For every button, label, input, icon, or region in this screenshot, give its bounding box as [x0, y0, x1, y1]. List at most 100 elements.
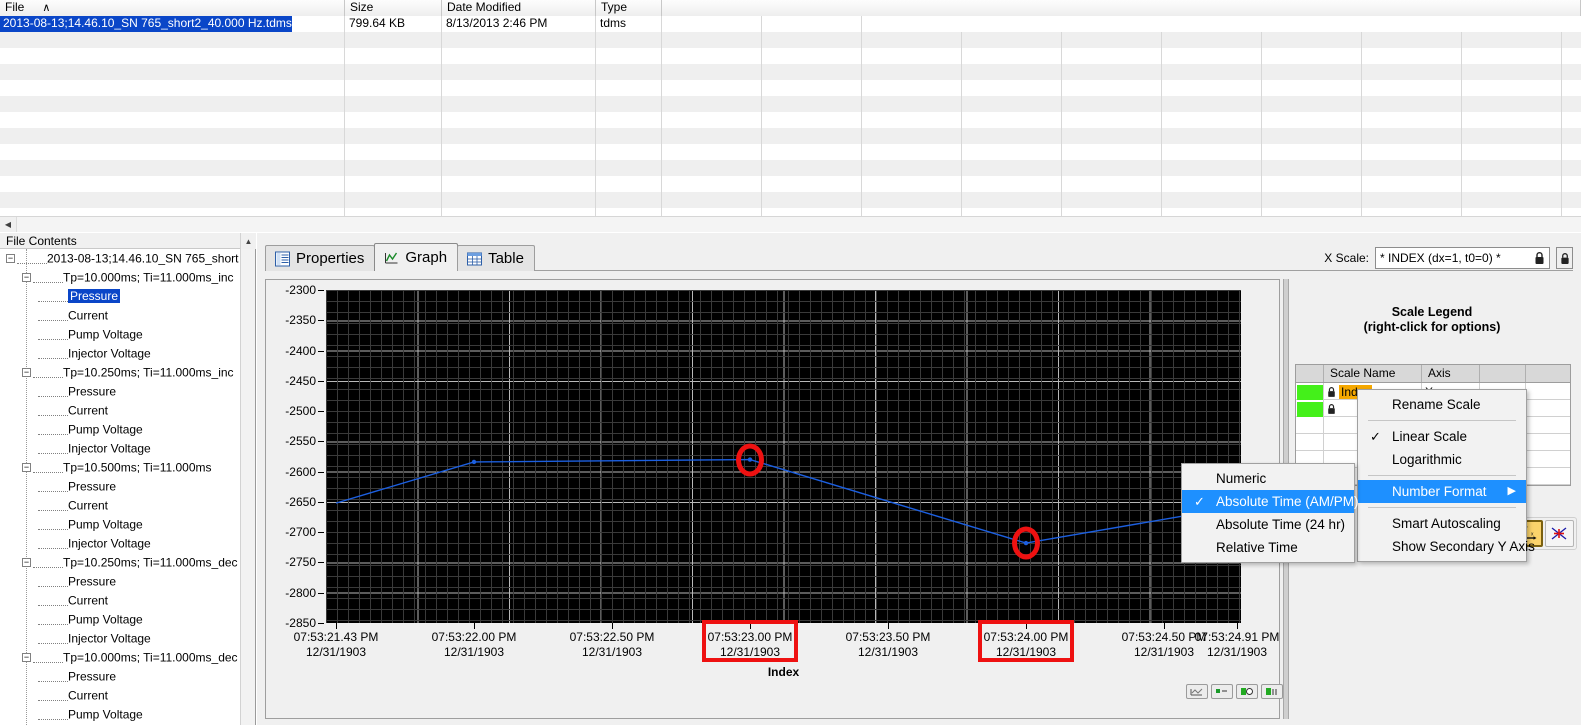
empty-cell — [862, 32, 962, 48]
file-list-horizontal-scrollbar[interactable]: ◀ — [0, 216, 1581, 232]
table-row-empty[interactable] — [0, 128, 1581, 144]
scale-legend-button[interactable] — [1261, 684, 1283, 699]
x-axis-tick-mark — [336, 623, 337, 629]
menu-item[interactable]: ✓ Absolute Time (AM/PM) — [1182, 490, 1359, 513]
autoscale-button[interactable] — [1186, 684, 1208, 699]
tree-node[interactable]: Pump Voltage — [0, 610, 241, 629]
tree-node[interactable]: Injector Voltage — [0, 629, 241, 648]
menu-item[interactable]: Number Format ▶ — [1358, 480, 1526, 503]
menu-item[interactable]: ✓ Linear Scale — [1358, 425, 1526, 448]
tab-graph[interactable]: Graph — [374, 243, 459, 271]
tree-node[interactable]: Pressure — [0, 572, 241, 591]
empty-cell — [0, 64, 345, 80]
tree-node[interactable]: Pressure — [0, 667, 241, 686]
tree-node[interactable]: Pressure — [0, 287, 241, 306]
column-header-file[interactable]: File ∧ — [0, 0, 345, 16]
empty-cell — [345, 208, 442, 216]
x-scale-lock-button[interactable] — [1556, 247, 1573, 269]
tree-collapse-icon[interactable]: − — [22, 273, 31, 283]
column-header-date[interactable]: Date Modified — [442, 0, 596, 16]
legend-color-cell[interactable] — [1296, 400, 1324, 417]
tree-collapse-icon[interactable]: − — [6, 254, 15, 264]
menu-item[interactable]: Relative Time — [1182, 536, 1354, 559]
table-row-empty[interactable] — [0, 64, 1581, 80]
scrollbar-track[interactable] — [17, 216, 1581, 232]
menu-item[interactable]: Rename Scale — [1358, 393, 1526, 416]
y-axis-tick-mark — [318, 562, 324, 564]
color-swatch[interactable] — [1297, 401, 1323, 417]
x-scale-input[interactable]: * INDEX (dx=1, t0=0) * — [1375, 247, 1550, 269]
menu-item[interactable]: Show Secondary Y Axis — [1358, 535, 1535, 558]
tab-table[interactable]: Table — [457, 245, 535, 271]
tree-node[interactable]: − Tp=10.000ms; Ti=11.000ms_dec — [0, 648, 241, 667]
menu-item-label: Rename Scale — [1392, 397, 1481, 412]
empty-cell — [1162, 128, 1262, 144]
tree-node[interactable]: Pump Voltage — [0, 705, 241, 724]
menu-item[interactable]: Absolute Time (24 hr) — [1182, 513, 1354, 536]
x-axis-tick-mark — [1164, 623, 1165, 629]
legend-color-cell[interactable] — [1296, 383, 1324, 400]
column-header-type[interactable]: Type — [596, 0, 662, 16]
tree-node[interactable]: Current — [0, 686, 241, 705]
scroll-up-icon[interactable]: ▲ — [241, 233, 256, 249]
tree-node[interactable]: − Tp=10.000ms; Ti=11.000ms_inc — [0, 268, 241, 287]
graph-icon — [385, 252, 398, 263]
scroll-left-icon[interactable]: ◀ — [0, 216, 17, 232]
tree-node[interactable]: Current — [0, 496, 241, 515]
menu-item[interactable]: Numeric — [1182, 467, 1354, 490]
empty-cell — [862, 208, 962, 216]
color-swatch[interactable] — [1297, 384, 1323, 400]
table-row[interactable]: 2013-08-13;14.46.10_SN 765_short2_40.000… — [0, 16, 1581, 32]
tree-node[interactable]: Current — [0, 591, 241, 610]
table-row-empty[interactable] — [0, 48, 1581, 64]
tree-collapse-icon[interactable]: − — [22, 558, 31, 568]
plot-area[interactable] — [326, 290, 1241, 623]
tree-node[interactable]: Injector Voltage — [0, 534, 241, 553]
table-row-empty[interactable] — [0, 96, 1581, 112]
empty-cell — [1262, 64, 1362, 80]
table-row-empty[interactable] — [0, 32, 1581, 48]
tree-vertical-scrollbar[interactable]: ▲ — [240, 233, 256, 725]
table-row-empty[interactable] — [0, 112, 1581, 128]
tree-node[interactable]: Pump Voltage — [0, 325, 241, 344]
table-row-empty[interactable] — [0, 80, 1581, 96]
table-row-empty[interactable] — [0, 192, 1581, 208]
tree-node[interactable]: Pressure — [0, 477, 241, 496]
table-row-empty[interactable] — [0, 208, 1581, 216]
legend-toggle-button[interactable] — [1211, 684, 1233, 699]
empty-cell — [1062, 112, 1162, 128]
tree-collapse-icon[interactable]: − — [22, 368, 31, 378]
tree-node-label: Current — [68, 308, 109, 323]
menu-item[interactable]: Logarithmic — [1358, 448, 1526, 471]
tree-node[interactable]: Injector Voltage — [0, 439, 241, 458]
tree-node[interactable]: Current — [0, 401, 241, 420]
tree-collapse-icon[interactable]: − — [22, 653, 31, 663]
empty-cell — [0, 48, 345, 64]
menu-item-label: Numeric — [1216, 471, 1267, 486]
menu-item[interactable]: Smart Autoscaling — [1358, 512, 1526, 535]
file-extra-cell — [662, 16, 762, 32]
tree-node[interactable]: Injector Voltage — [0, 344, 241, 363]
tree-node[interactable]: Pressure — [0, 382, 241, 401]
empty-cell — [345, 144, 442, 160]
column-header-size[interactable]: Size — [345, 0, 442, 16]
empty-cell — [762, 208, 862, 216]
tree-node[interactable]: − Tp=10.500ms; Ti=11.000ms — [0, 458, 241, 477]
table-row-empty[interactable] — [0, 144, 1581, 160]
tree-node[interactable]: Pump Voltage — [0, 420, 241, 439]
y-axis[interactable]: -2300 -2350 -2400 -2450 -2500 -2550 -2600 -2650… — [266, 280, 326, 633]
empty-cell — [1162, 96, 1262, 112]
table-row-empty[interactable] — [0, 160, 1581, 176]
empty-cell — [0, 192, 345, 208]
legend-empty-cell — [1526, 434, 1570, 451]
tree-node[interactable]: Pump Voltage — [0, 515, 241, 534]
cursor-legend-button[interactable] — [1236, 684, 1258, 699]
tree-node[interactable]: − Tp=10.250ms; Ti=11.000ms_inc — [0, 363, 241, 382]
tree-node[interactable]: Current — [0, 306, 241, 325]
empty-cell — [1362, 48, 1462, 64]
tab-properties[interactable]: Properties — [265, 245, 376, 271]
tree-node[interactable]: − Tp=10.250ms; Ti=11.000ms_dec — [0, 553, 241, 572]
tree-collapse-icon[interactable]: − — [22, 463, 31, 473]
tree-node[interactable]: − 2013-08-13;14.46.10_SN 765_short — [0, 249, 241, 268]
table-row-empty[interactable] — [0, 176, 1581, 192]
